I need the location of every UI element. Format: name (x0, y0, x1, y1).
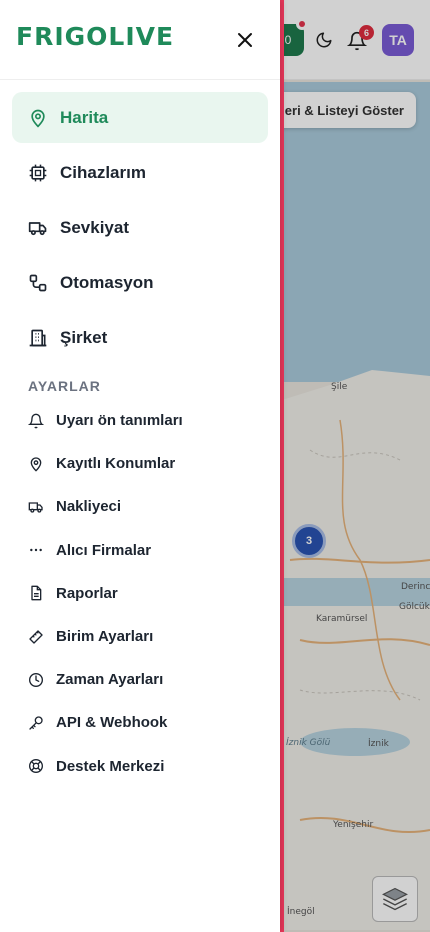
map-pin-icon (28, 108, 48, 128)
settings-item-label: Zaman Ayarları (56, 671, 164, 689)
nav-item-sevkiyat[interactable]: Sevkiyat (12, 202, 268, 253)
truck-icon (28, 218, 48, 238)
nav-item-sirket[interactable]: Şirket (12, 312, 268, 363)
nav-item-label: Otomasyon (60, 272, 154, 292)
lifebuoy-icon (28, 758, 44, 774)
nav-item-label: Sevkiyat (60, 217, 129, 237)
workflow-icon (28, 273, 48, 293)
building-icon (28, 328, 48, 348)
truck-icon (28, 499, 44, 515)
primary-nav: Harita Cihazlarım Sevkiyat Otomasyon Şir… (0, 80, 280, 363)
settings-item-label: Alıcı Firmalar (56, 541, 152, 559)
brand-logo-text: FRIGOLIVE (16, 22, 175, 51)
settings-item-time-settings[interactable]: Zaman Ayarları (12, 658, 268, 701)
settings-item-carrier[interactable]: Nakliyeci (12, 485, 268, 528)
nav-item-cihazlarim[interactable]: Cihazlarım (12, 147, 268, 198)
settings-section-title: AYARLAR (28, 378, 101, 394)
settings-item-api-webhook[interactable]: API & Webhook (12, 701, 268, 744)
settings-nav: Uyarı ön tanımları Kayıtlı Konumlar Nakl… (0, 399, 280, 788)
settings-item-saved-locations[interactable]: Kayıtlı Konumlar (12, 442, 268, 485)
key-icon (28, 715, 44, 731)
settings-item-reports[interactable]: Raporlar (12, 572, 268, 615)
bell-icon (28, 413, 44, 429)
settings-item-label: Kayıtlı Konumlar (56, 455, 176, 473)
settings-item-buyer-companies[interactable]: Alıcı Firmalar (12, 529, 268, 572)
settings-item-label: Raporlar (56, 584, 118, 602)
settings-item-label: API & Webhook (56, 714, 168, 732)
nav-item-label: Şirket (60, 327, 108, 347)
clock-icon (28, 672, 44, 688)
settings-item-label: Birim Ayarları (56, 628, 154, 646)
document-icon (28, 585, 44, 601)
settings-item-label: Destek Merkezi (56, 757, 165, 775)
nav-item-label: Harita (60, 107, 109, 127)
brand-logo[interactable]: FRIGOLIVE (16, 24, 174, 49)
drawer-edge (280, 0, 284, 932)
nav-item-otomasyon[interactable]: Otomasyon (12, 257, 268, 308)
map-pin-icon (28, 456, 44, 472)
nav-item-harita[interactable]: Harita (12, 92, 268, 143)
nav-item-label: Cihazlarım (60, 162, 146, 182)
drawer-header: FRIGOLIVE (0, 0, 280, 80)
settings-item-alert-presets[interactable]: Uyarı ön tanımları (12, 399, 268, 442)
close-drawer-button[interactable] (233, 28, 257, 52)
chip-icon (28, 163, 48, 183)
settings-item-unit-settings[interactable]: Birim Ayarları (12, 615, 268, 658)
navigation-drawer: FRIGOLIVE Harita Cihazlarım Sevkiyat Oto… (0, 0, 280, 932)
ruler-icon (28, 629, 44, 645)
ellipsis-icon (28, 542, 44, 558)
settings-item-support-center[interactable]: Destek Merkezi (12, 745, 268, 788)
settings-item-label: Nakliyeci (56, 498, 122, 516)
close-icon (238, 33, 252, 47)
settings-item-label: Uyarı ön tanımları (56, 412, 183, 430)
